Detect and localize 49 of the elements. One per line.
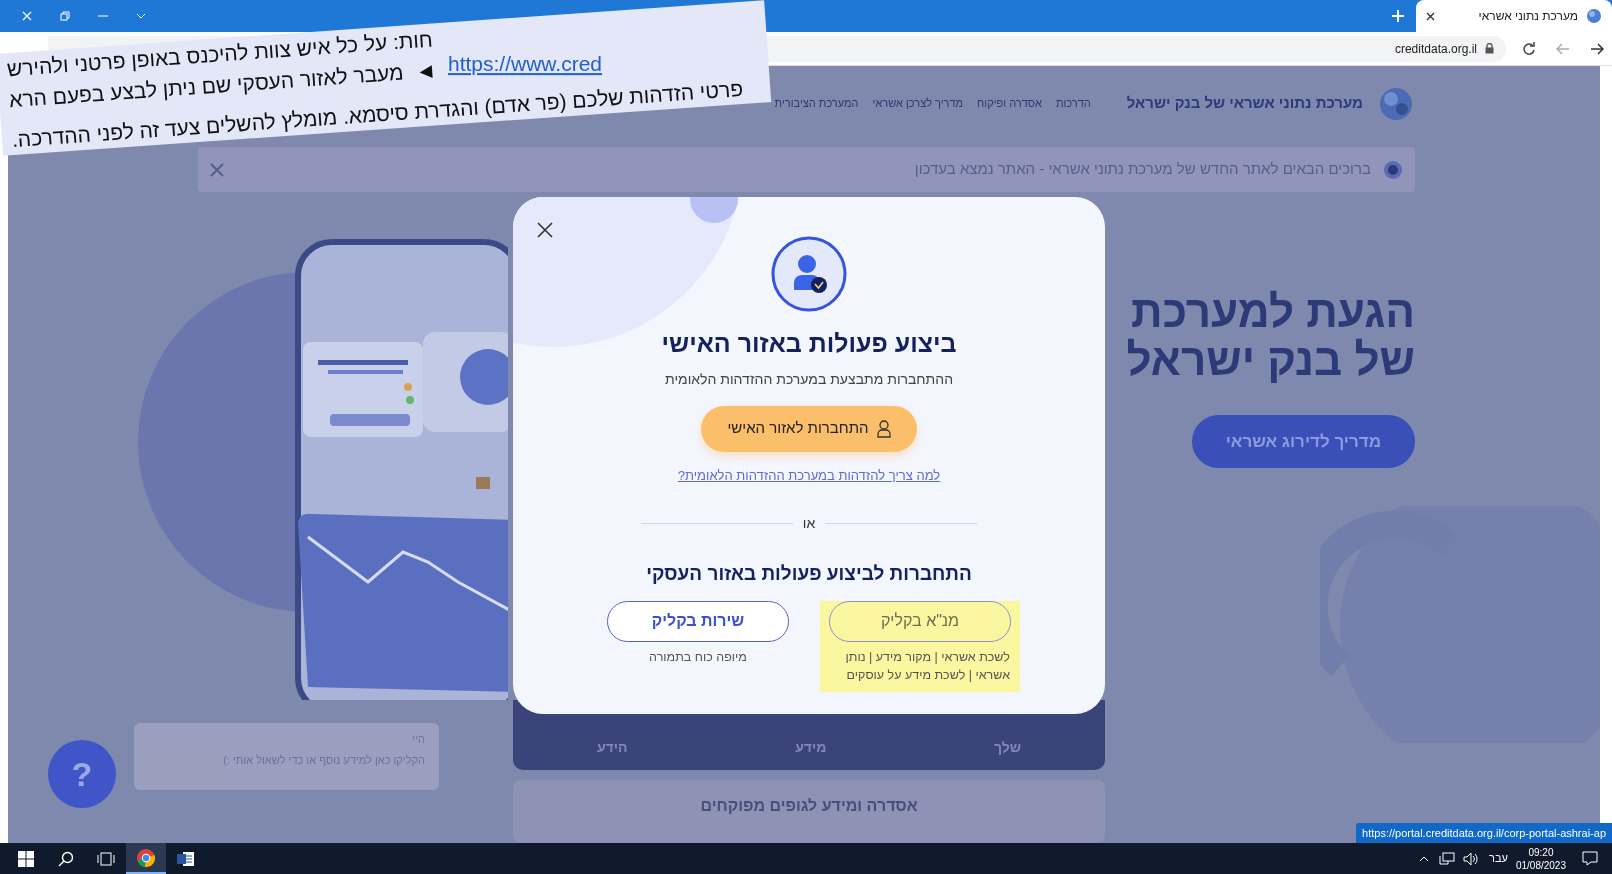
business-login-button[interactable]: שירות בקליק — [607, 600, 789, 642]
dialog-title: ביצוע פעולות באזור האישי — [661, 328, 957, 359]
nav-link[interactable]: המערכת הציבורית — [774, 95, 859, 112]
language-indicator[interactable]: עבר — [1489, 850, 1508, 867]
reload-icon[interactable] — [1522, 41, 1536, 56]
guide-button[interactable]: מדריך לדירוג אשראי — [1191, 414, 1415, 469]
business-login-button[interactable]: מנ"א בקליק — [829, 600, 1011, 642]
dialog-subtitle: ההתחברות מתבצעת במערכת ההזדהות הלאומית — [665, 369, 953, 389]
arrow-right-icon[interactable] — [1590, 42, 1604, 55]
chevron-up-icon[interactable] — [1419, 855, 1430, 862]
browser-app-icon[interactable] — [136, 847, 156, 868]
clock[interactable]: 09:20 01/08/2023 — [1507, 845, 1574, 872]
document-app-icon[interactable] — [177, 850, 195, 867]
notification-icon[interactable] — [1582, 851, 1598, 866]
network-icon[interactable] — [1439, 851, 1456, 866]
nav-link[interactable]: הדרכות — [1055, 95, 1091, 112]
start-icon[interactable] — [18, 850, 34, 867]
card-label: שלך — [994, 738, 1022, 757]
personal-login-button[interactable]: התחברות לאזור האישי — [701, 405, 917, 452]
business-title: התחברות לביצוע פעולות באזור העסקי — [646, 562, 972, 586]
restore-icon[interactable] — [60, 11, 70, 21]
option-note: מיופה כוח בתמורה — [648, 648, 748, 666]
user-verified-icon — [770, 235, 848, 313]
link-status-tooltip: https://portal.creditdata.org.il/corp-portal-ashrai-ap — [1356, 822, 1612, 843]
nav-link[interactable]: אסדרה ופיקוח — [977, 95, 1042, 112]
card-label: מידע — [795, 738, 827, 757]
section-title: אסדרה ומידע לגופים מפוקחים — [700, 797, 918, 814]
hero-title: של בנק ישראל — [1126, 336, 1415, 385]
divider-text: או — [802, 514, 816, 533]
hero-title: הגעת למערכת — [1130, 288, 1415, 337]
option-note: לשכת אשראי | מקור מידע | נותן אשראי | לשכת מידע על עוסקים — [844, 648, 1010, 684]
help-link[interactable]: למה צריך להזדהות במערכת ההזדהות הלאומית? — [677, 465, 941, 485]
chevron-down-icon[interactable] — [136, 13, 146, 19]
banner-text: ברוכים הבאים לאתר החדש של מערכת נתוני אשראי - האתר נמצא בעדכון — [914, 159, 1371, 180]
nav-link[interactable]: מדריך לצרכן אשראי — [872, 95, 964, 112]
dot-icon — [1383, 159, 1403, 180]
close-icon[interactable] — [1426, 11, 1435, 21]
person-icon — [876, 419, 891, 438]
new-tab-icon[interactable] — [1392, 10, 1404, 22]
card-label: הידע — [596, 738, 628, 757]
lock-icon — [1485, 43, 1494, 54]
site-title: מערכת נתוני אשראי של בנק ישראל — [1126, 93, 1363, 114]
logo-icon — [1586, 8, 1602, 24]
close-icon — [537, 221, 553, 238]
browser-tab[interactable]: מערכת נתוני אשראי — [1416, 0, 1612, 32]
task-view-icon[interactable] — [97, 851, 115, 866]
search-icon[interactable] — [58, 850, 74, 867]
help-button[interactable]: ? — [48, 740, 116, 808]
speaker-icon[interactable] — [1463, 851, 1480, 866]
